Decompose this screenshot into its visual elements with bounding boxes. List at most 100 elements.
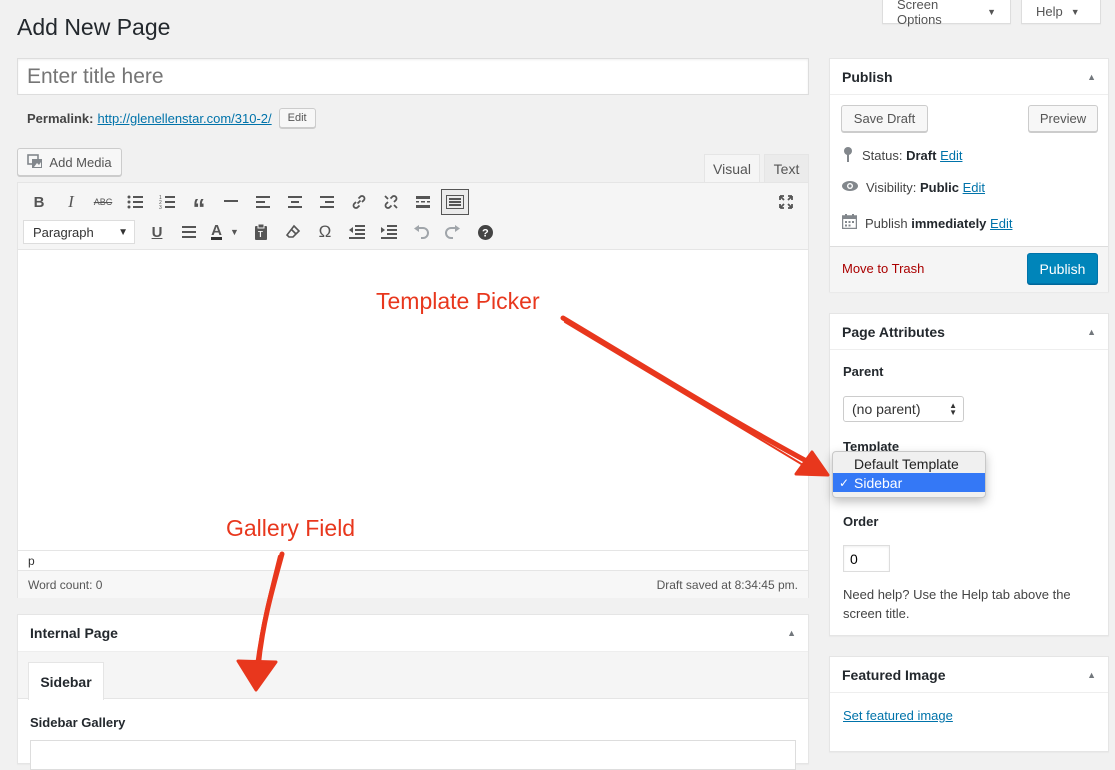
svg-text:3: 3 (159, 205, 162, 209)
permalink: Permalink: http://glenellenstar.com/310-… (27, 108, 316, 128)
paste-text-icon[interactable]: T (245, 219, 277, 245)
featured-image-header[interactable]: Featured Image ▲ (830, 657, 1108, 693)
align-right-icon[interactable] (311, 189, 343, 215)
internal-page-tabs: Sidebar (18, 652, 808, 700)
permalink-url[interactable]: http://glenellenstar.com/310-2/ (97, 111, 271, 126)
sidebar-gallery-label: Sidebar Gallery (30, 715, 126, 730)
align-left-icon[interactable] (247, 189, 279, 215)
publish-button[interactable]: Publish (1027, 253, 1098, 284)
add-media-label: Add Media (49, 154, 112, 170)
bulleted-list-icon[interactable] (119, 189, 151, 215)
collapse-arrow-icon[interactable]: ▲ (1087, 72, 1096, 82)
format-select[interactable]: Paragraph ▼ (23, 220, 135, 244)
strikethrough-icon[interactable]: ABC (87, 189, 119, 215)
insert-link-icon[interactable] (343, 189, 375, 215)
outdent-icon[interactable] (341, 219, 373, 245)
sidebar-gallery-field[interactable] (30, 740, 796, 770)
italic-icon[interactable]: I (55, 189, 87, 215)
format-select-value: Paragraph (33, 224, 94, 240)
parent-select-value: (no parent) (852, 401, 921, 417)
template-picker-annotation: Template Picker (376, 288, 540, 314)
svg-text:T: T (258, 230, 263, 239)
calendar-icon (841, 214, 858, 232)
help-button[interactable]: Help ▼ (1021, 0, 1101, 24)
tab-sidebar[interactable]: Sidebar (28, 662, 104, 700)
indent-icon[interactable] (373, 219, 405, 245)
schedule-row: Publish immediately Edit (841, 214, 1012, 232)
permalink-edit-button[interactable]: Edit (278, 108, 316, 128)
caret-down-icon: ▼ (1070, 6, 1080, 17)
template-option-sidebar[interactable]: ✓ Sidebar (833, 473, 985, 492)
permalink-label: Permalink: (27, 110, 94, 126)
page-attributes-help: Need help? Use the Help tab above the sc… (843, 587, 1071, 621)
status-label: Status: (862, 148, 903, 163)
parent-select[interactable]: (no parent) ▲ ▼ (843, 396, 964, 422)
template-option-default[interactable]: Default Template (833, 454, 985, 473)
read-more-icon[interactable] (407, 189, 439, 215)
align-center-icon[interactable] (279, 189, 311, 215)
eye-icon (842, 180, 858, 195)
fullscreen-icon[interactable] (770, 189, 802, 215)
collapse-arrow-icon[interactable]: ▲ (787, 628, 796, 638)
svg-text:?: ? (482, 227, 489, 239)
gallery-field-annotation: Gallery Field (226, 515, 356, 541)
caret-down-icon: ▼ (987, 6, 996, 17)
text-color-icon[interactable]: A ▼ (205, 219, 245, 245)
horizontal-line-icon[interactable] (215, 189, 247, 215)
order-input[interactable] (843, 545, 890, 572)
title-input[interactable] (17, 58, 809, 95)
template-option-sidebar-label: Sidebar (854, 474, 903, 491)
collapse-arrow-icon[interactable]: ▲ (1087, 670, 1096, 680)
collapse-arrow-icon[interactable]: ▲ (1087, 327, 1096, 337)
screen-options-label: Screen Options (897, 0, 942, 27)
redo-icon[interactable] (437, 219, 469, 245)
editor-toolbar: B I ABC 123 “ Paragraph ▼ U A ▼ T Ω ? (18, 183, 808, 250)
draft-saved-status: Draft saved at 8:34:45 pm. (656, 577, 798, 592)
save-draft-button[interactable]: Save Draft (841, 105, 928, 132)
visibility-label: Visibility: (866, 180, 917, 195)
parent-label: Parent (843, 364, 884, 379)
publish-schedule-label: Publish (865, 215, 908, 231)
tab-text[interactable]: Text (764, 154, 809, 183)
publish-header[interactable]: Publish ▲ (830, 59, 1108, 95)
word-count-bar: Word count: 0 Draft saved at 8:34:45 pm. (18, 570, 808, 598)
internal-page-heading: Internal Page (30, 625, 118, 641)
remove-link-icon[interactable] (375, 189, 407, 215)
media-icon (27, 153, 43, 172)
screen-options-button[interactable]: Screen Options ▼ (882, 0, 1011, 27)
numbered-list-icon[interactable]: 123 (151, 189, 183, 215)
publish-box: Publish ▲ Save Draft Preview Status: Dra… (829, 58, 1109, 292)
status-value: Draft (906, 148, 937, 163)
word-count: Word count: 0 (28, 577, 103, 592)
help-label: Help (1036, 4, 1063, 19)
add-media-button[interactable]: Add Media (17, 148, 122, 176)
help-icon[interactable]: ? (469, 219, 501, 245)
set-featured-image-link[interactable]: Set featured image (843, 708, 953, 723)
pin-icon (842, 146, 854, 165)
updown-arrows-icon: ▲ ▼ (949, 401, 957, 417)
caret-down-icon: ▼ (118, 226, 128, 238)
status-edit-link[interactable]: Edit (940, 148, 962, 163)
clear-formatting-icon[interactable] (277, 219, 309, 245)
visibility-value: Public (919, 180, 959, 195)
special-character-icon[interactable]: Ω (309, 219, 341, 245)
toolbar-toggle-icon[interactable] (441, 189, 469, 215)
underline-icon[interactable]: U (141, 219, 173, 245)
visibility-row: Visibility: Public Edit (842, 180, 985, 195)
justify-icon[interactable] (173, 219, 205, 245)
internal-page-header[interactable]: Internal Page ▲ (18, 615, 808, 652)
template-select-menu[interactable]: Default Template ✓ Sidebar (832, 451, 986, 498)
checkmark-icon: ✓ (839, 475, 850, 490)
schedule-edit-link[interactable]: Edit (990, 216, 1012, 231)
page-title: Add New Page (17, 14, 171, 40)
visibility-edit-link[interactable]: Edit (963, 180, 985, 195)
publish-heading: Publish (842, 68, 893, 85)
element-path: p (18, 550, 808, 570)
bold-icon[interactable]: B (23, 189, 55, 215)
page-attributes-header[interactable]: Page Attributes ▲ (830, 314, 1108, 350)
undo-icon[interactable] (405, 219, 437, 245)
preview-button[interactable]: Preview (1028, 105, 1098, 132)
tab-visual[interactable]: Visual (704, 154, 760, 183)
move-to-trash-link[interactable]: Move to Trash (842, 261, 924, 276)
blockquote-icon[interactable]: “ (183, 189, 215, 221)
